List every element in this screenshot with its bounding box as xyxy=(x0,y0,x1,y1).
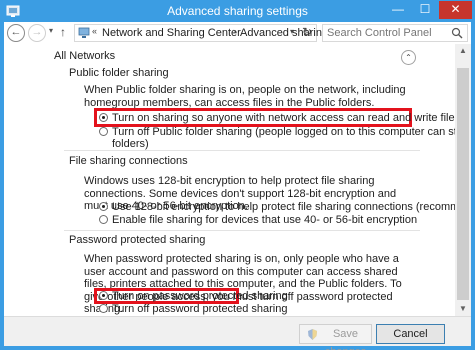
profile-header: All Networks xyxy=(54,50,116,62)
radio-label[interactable]: Turn on password protected sharing xyxy=(112,290,288,302)
radio-label[interactable]: Turn on sharing so anyone with network a… xyxy=(112,112,455,124)
navigation-bar: ← → ▾ ↑ « Network and Sharing Center › A… xyxy=(4,22,471,44)
up-button[interactable]: ↑ xyxy=(60,25,66,39)
title-bar[interactable]: Advanced sharing settings — ☐ ✕ xyxy=(0,0,475,22)
address-dropdown-icon[interactable]: ▾ xyxy=(290,27,294,36)
save-changes-label: Save changes xyxy=(325,328,367,350)
radio-label[interactable]: Enable file sharing for devices that use… xyxy=(112,214,417,226)
radio-button-checked[interactable] xyxy=(99,202,108,211)
scrollbar-thumb[interactable] xyxy=(457,68,469,300)
radio-button[interactable] xyxy=(99,304,108,313)
back-button[interactable]: ← xyxy=(7,24,25,42)
close-button[interactable]: ✕ xyxy=(439,1,472,19)
recent-locations-dropdown[interactable]: ▾ xyxy=(49,26,53,35)
cancel-button[interactable]: Cancel xyxy=(376,324,445,344)
settings-content: All Networks ⌃ Public folder sharing Whe… xyxy=(4,44,455,316)
minimize-button[interactable]: — xyxy=(385,1,411,19)
radio-label-continued[interactable]: folders) xyxy=(112,138,149,150)
section-divider xyxy=(64,150,420,151)
breadcrumb-separator-icon[interactable]: › xyxy=(233,26,236,36)
radio-button-checked[interactable] xyxy=(99,291,108,300)
maximize-button[interactable]: ☐ xyxy=(412,1,438,19)
explorer-window: Advanced sharing settings — ☐ ✕ ← → ▾ ↑ … xyxy=(0,0,475,350)
radio-button[interactable] xyxy=(99,215,108,224)
search-icon[interactable] xyxy=(451,27,463,39)
radio-label[interactable]: Turn off password protected sharing xyxy=(112,303,287,315)
search-input[interactable] xyxy=(327,26,445,40)
vertical-scrollbar[interactable]: ▲ ▼ xyxy=(455,44,471,316)
file-sharing-connections-title: File sharing connections xyxy=(69,155,188,167)
radio-button[interactable] xyxy=(99,127,108,136)
section-divider xyxy=(64,230,420,231)
password-protected-sharing-title: Password protected sharing xyxy=(69,234,206,246)
footer-bar: Save changes Cancel xyxy=(4,316,471,350)
public-folder-sharing-title: Public folder sharing xyxy=(69,67,169,79)
radio-label[interactable]: Turn off Public folder sharing (people l… xyxy=(112,126,455,138)
scroll-up-icon[interactable]: ▲ xyxy=(455,44,471,58)
network-icon xyxy=(78,27,90,38)
address-bar[interactable]: « Network and Sharing Center › Advanced … xyxy=(74,24,369,42)
save-changes-button[interactable]: Save changes xyxy=(299,324,372,350)
refresh-icon[interactable]: ↻ xyxy=(302,25,312,39)
search-box[interactable] xyxy=(322,24,468,42)
radio-label[interactable]: Use 128-bit encryption to help protect f… xyxy=(112,201,455,213)
breadcrumb-overflow-icon[interactable]: « xyxy=(92,26,97,36)
scroll-down-icon[interactable]: ▼ xyxy=(455,302,471,316)
breadcrumb-network-sharing-center[interactable]: Network and Sharing Center xyxy=(102,27,241,39)
collapse-icon[interactable]: ⌃ xyxy=(401,50,416,65)
forward-button[interactable]: → xyxy=(28,24,46,42)
public-folder-sharing-description: When Public folder sharing is on, people… xyxy=(84,84,406,109)
shield-icon xyxy=(308,329,317,340)
radio-button-checked[interactable] xyxy=(99,113,108,122)
